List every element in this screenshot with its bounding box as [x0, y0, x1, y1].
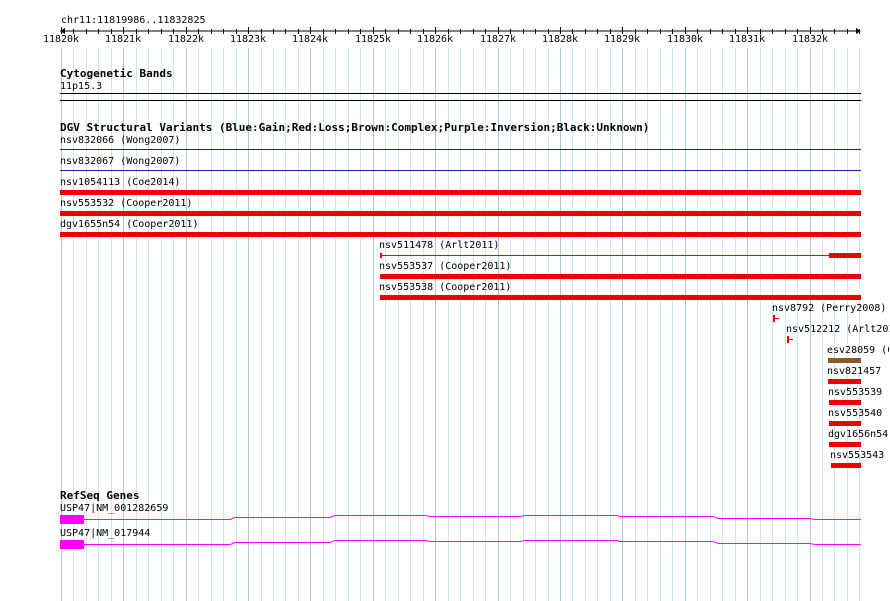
variant-label[interactable]: nsv832066 (Wong2007): [60, 135, 180, 147]
transcript-model[interactable]: [0, 512, 890, 526]
variant-label[interactable]: dgv1655n54 (Cooper2011): [60, 219, 198, 231]
variant-glyph[interactable]: [60, 232, 861, 237]
variant-glyph[interactable]: [831, 463, 861, 468]
cytoband-bar-bottom: [60, 100, 861, 101]
variant-glyph[interactable]: [380, 274, 861, 279]
variant-label[interactable]: esv28059 (C: [827, 345, 889, 357]
variant-glyph[interactable]: [60, 170, 861, 171]
variant-label[interactable]: nsv832067 (Wong2007): [60, 156, 180, 168]
variant-glyph[interactable]: [60, 211, 861, 216]
ruler-tick-label: 11823k: [229, 34, 267, 45]
ruler-tick-label: 11824k: [291, 34, 329, 45]
variant-glyph[interactable]: [60, 149, 861, 150]
ruler-tick-label: 11832k: [791, 34, 829, 45]
variant-glyph-connector: [380, 255, 861, 256]
ruler-tick-label: 11820k: [42, 34, 80, 45]
cytoband-bar-top: [60, 93, 861, 94]
variant-label[interactable]: nsv553540: [828, 408, 882, 420]
variant-glyph[interactable]: [829, 442, 861, 447]
variant-label[interactable]: nsv512212 (Arlt2011): [786, 324, 890, 336]
variant-label[interactable]: nsv553538 (Cooper2011): [379, 282, 511, 294]
variant-glyph[interactable]: [828, 358, 861, 363]
variant-label[interactable]: nsv553532 (Cooper2011): [60, 198, 192, 210]
variant-glyph[interactable]: [60, 190, 861, 195]
variant-label[interactable]: nsv553537 (Cooper2011): [379, 261, 511, 273]
ruler-tick-label: 11830k: [666, 34, 704, 45]
transcript-model[interactable]: [0, 537, 890, 551]
variant-label[interactable]: nsv8792 (Perry2008): [772, 303, 886, 315]
ruler-tick-label: 11827k: [479, 34, 517, 45]
refseq-track-title: RefSeq Genes: [60, 489, 140, 502]
ruler-tick-label: 11822k: [167, 34, 205, 45]
variant-glyph[interactable]: [828, 379, 861, 384]
cytoband-track-title: Cytogenetic Bands: [60, 67, 173, 80]
ruler-tick-label: 11831k: [728, 34, 766, 45]
ruler-tick-label: 11828k: [541, 34, 579, 45]
ruler-tick-label: 11825k: [354, 34, 392, 45]
variant-label[interactable]: nsv511478 (Arlt2011): [379, 240, 499, 252]
ruler-tick-label: 11821k: [104, 34, 142, 45]
ruler-tick-label: 11826k: [416, 34, 454, 45]
variant-glyph[interactable]: [380, 253, 382, 258]
ruler-tick-label: 11829k: [603, 34, 641, 45]
cytoband-label: 11p15.3: [60, 81, 103, 92]
variant-glyph-connector: [773, 318, 779, 319]
variant-label[interactable]: nsv1054113 (Coe2014): [60, 177, 180, 189]
variant-glyph[interactable]: [829, 253, 861, 258]
variant-glyph[interactable]: [829, 400, 861, 405]
variant-glyph-connector: [787, 339, 793, 340]
variant-label[interactable]: dgv1656n54: [828, 429, 888, 441]
ruler-right-arrow-icon: [856, 28, 861, 34]
variant-label[interactable]: nsv553539: [828, 387, 882, 399]
variant-label[interactable]: nsv821457 (: [827, 366, 889, 378]
variant-glyph[interactable]: [380, 295, 861, 300]
dgv-track-title: DGV Structural Variants (Blue:Gain;Red:L…: [60, 121, 650, 134]
variant-glyph[interactable]: [829, 421, 861, 426]
genome-browser-view: chr11:11819986..11832825 11820k 11821k 118…: [0, 0, 890, 601]
variant-label[interactable]: nsv553543: [830, 450, 884, 462]
